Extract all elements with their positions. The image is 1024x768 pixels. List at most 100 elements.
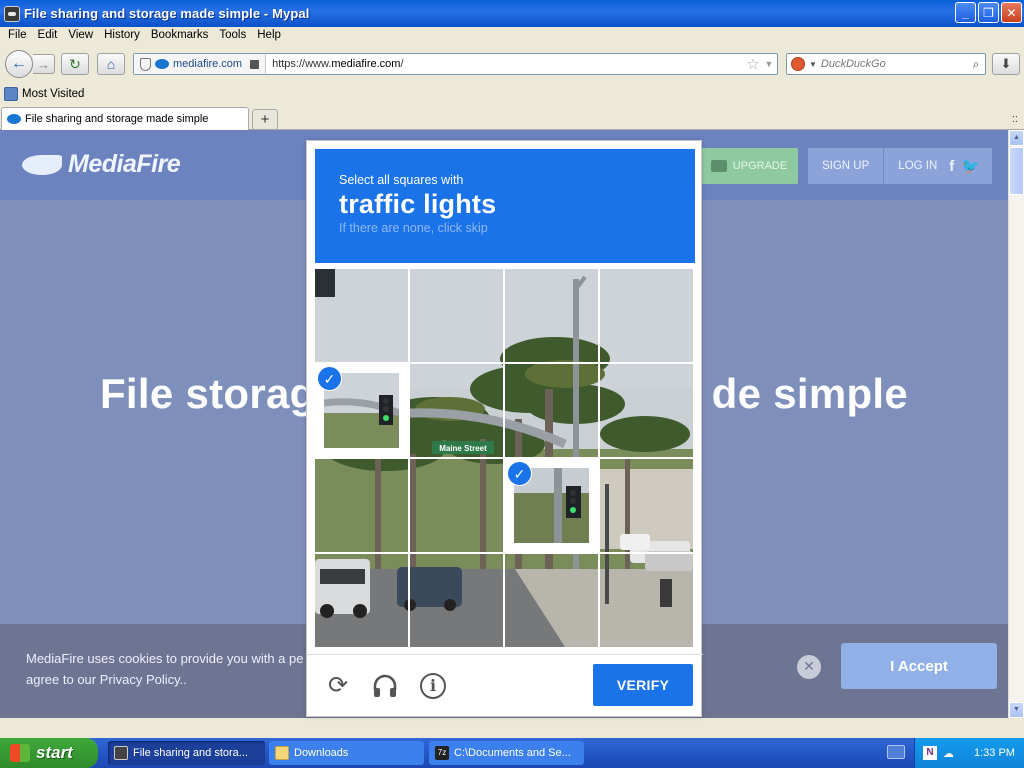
menu-edit[interactable]: Edit	[34, 27, 65, 45]
captcha-tile-r1c3[interactable]	[505, 269, 598, 362]
logo-text: MediaFire	[68, 150, 181, 178]
reload-icon: ↻	[69, 55, 81, 72]
upgrade-label: UPGRADE	[732, 160, 788, 172]
url-text[interactable]: https://www.mediafire.com/	[266, 58, 745, 70]
headphones-icon	[373, 674, 397, 697]
captcha-tile-r4c4[interactable]	[600, 554, 693, 647]
shield-icon	[140, 57, 151, 71]
start-label: start	[36, 743, 73, 762]
taskbar-item-browser[interactable]: File sharing and stora...	[108, 741, 265, 765]
menu-bookmarks[interactable]: Bookmarks	[147, 27, 216, 45]
captcha-tile-r2c1-selected[interactable]: ✓	[315, 364, 408, 457]
window-titlebar: File sharing and storage made simple - M…	[0, 0, 1024, 27]
taskbar-item-7zip[interactable]: 7z C:\Documents and Se...	[429, 741, 584, 765]
downloads-button[interactable]: ⬇	[992, 53, 1020, 75]
onenote-tray-icon[interactable]: N	[923, 746, 937, 760]
taskbar-item-downloads[interactable]: Downloads	[269, 741, 424, 765]
captcha-challenge: Select all squares with traffic lights I…	[306, 140, 703, 717]
reload-challenge-icon[interactable]: ⟳	[324, 672, 352, 700]
tab-bar: File sharing and storage made simple + :…	[0, 105, 1024, 130]
scroll-down-icon[interactable]: ▼	[1009, 702, 1024, 718]
mediafire-logo[interactable]: MediaFire	[22, 150, 181, 179]
back-arrow-icon: ←	[11, 55, 27, 72]
minimize-button[interactable]: _	[955, 2, 976, 23]
site-identity[interactable]: mediafire.com	[134, 54, 267, 74]
tab-list-button[interactable]: ::	[1012, 113, 1018, 125]
url-bar[interactable]: mediafire.com https://www.mediafire.com/…	[133, 53, 778, 75]
twitter-icon[interactable]: 🐦	[961, 157, 980, 175]
menu-tools[interactable]: Tools	[215, 27, 253, 45]
audio-challenge-icon[interactable]	[371, 672, 399, 700]
login-link[interactable]: LOG IN	[884, 148, 945, 184]
menu-file[interactable]: File	[4, 27, 34, 45]
network-tray-icon[interactable]: ☁	[943, 747, 954, 760]
mediafire-favicon	[7, 114, 21, 124]
home-button[interactable]: ⌂	[97, 53, 125, 75]
download-arrow-icon: ⬇	[1000, 56, 1012, 71]
mediafire-flame-icon	[22, 154, 62, 175]
tab-title: File sharing and storage made simple	[25, 113, 209, 125]
scroll-thumb[interactable]	[1009, 147, 1024, 195]
accept-cookies-button[interactable]: I Accept	[841, 643, 997, 689]
cookie-line-2: agree to our Privacy Policy..	[26, 672, 187, 687]
navigation-toolbar: ← → ↻ ⌂ mediafire.com https://www.mediaf…	[0, 45, 1024, 83]
captcha-tile-r4c2[interactable]	[410, 554, 503, 647]
captcha-tile-r2c4[interactable]	[600, 364, 693, 457]
restore-button[interactable]: ❐	[978, 2, 999, 23]
clock[interactable]: 1:33 PM	[974, 747, 1015, 759]
search-input[interactable]: DuckDuckGo	[821, 58, 967, 70]
scroll-up-icon[interactable]: ▲	[1009, 130, 1024, 146]
url-suffix: /	[400, 58, 404, 70]
search-bar[interactable]: ▼ DuckDuckGo ⌕	[786, 53, 986, 75]
facebook-icon[interactable]: f	[949, 158, 954, 175]
menu-history[interactable]: History	[100, 27, 147, 45]
selected-checkmark-icon: ✓	[507, 461, 532, 486]
search-engine-dropdown-icon[interactable]: ▼	[809, 60, 817, 69]
signup-link[interactable]: SIGN UP	[808, 148, 885, 184]
forward-button[interactable]: →	[33, 54, 55, 74]
upgrade-button[interactable]: UPGRADE	[700, 148, 798, 184]
bookmark-star-icon[interactable]: ☆	[745, 55, 761, 73]
lock-icon	[250, 59, 260, 69]
search-icon[interactable]: ⌕	[967, 57, 985, 72]
captcha-tile-r3c1[interactable]	[315, 459, 408, 552]
duckduckgo-icon[interactable]	[791, 57, 805, 71]
verify-button[interactable]: VERIFY	[593, 664, 693, 706]
captcha-tile-r3c2[interactable]	[410, 459, 503, 552]
start-button[interactable]: start	[0, 738, 98, 768]
reload-button[interactable]: ↻	[61, 53, 89, 75]
url-host: mediafire.com	[331, 58, 401, 70]
captcha-tile-r2c3[interactable]	[505, 364, 598, 457]
most-visited-icon	[4, 87, 18, 101]
cookie-close-icon[interactable]: ✕	[797, 655, 821, 679]
mypal-app-icon[interactable]	[4, 5, 20, 22]
captcha-tile-r1c2[interactable]	[410, 269, 503, 362]
close-button[interactable]: ✕	[1001, 2, 1022, 23]
captcha-tile-r4c1[interactable]	[315, 554, 408, 647]
new-tab-button[interactable]: +	[252, 109, 278, 130]
captcha-tile-r4c3[interactable]	[505, 554, 598, 647]
url-history-dropdown-icon[interactable]: ▼	[761, 59, 777, 69]
captcha-tile-r3c3-selected[interactable]: ✓	[505, 459, 598, 552]
7zip-icon: 7z	[435, 746, 449, 760]
system-tray: N ☁ 1:33 PM	[914, 738, 1024, 768]
most-visited-bookmark[interactable]: Most Visited	[22, 88, 84, 100]
menu-help[interactable]: Help	[253, 27, 288, 45]
info-icon[interactable]: i	[420, 673, 446, 699]
upgrade-icon	[710, 160, 727, 172]
bookmarks-toolbar: Most Visited	[0, 83, 1024, 105]
windows-taskbar: start File sharing and stora... Download…	[0, 738, 1024, 768]
captcha-tile-r3c4[interactable]	[600, 459, 693, 552]
menu-view[interactable]: View	[64, 27, 100, 45]
captcha-target: traffic lights	[339, 189, 497, 219]
captcha-tile-r1c4[interactable]	[600, 269, 693, 362]
captcha-tile-r1c1[interactable]	[315, 269, 408, 362]
tab-mediafire[interactable]: File sharing and storage made simple	[1, 107, 249, 130]
identity-domain: mediafire.com	[173, 58, 243, 70]
url-prefix: https://www.	[272, 58, 332, 70]
keyboard-layout-icon[interactable]	[887, 745, 905, 759]
captcha-tile-r2c2[interactable]	[410, 364, 503, 457]
task-label: Downloads	[294, 747, 349, 759]
vertical-scrollbar[interactable]: ▲ ▼	[1008, 130, 1024, 718]
back-button[interactable]: ←	[5, 50, 33, 78]
